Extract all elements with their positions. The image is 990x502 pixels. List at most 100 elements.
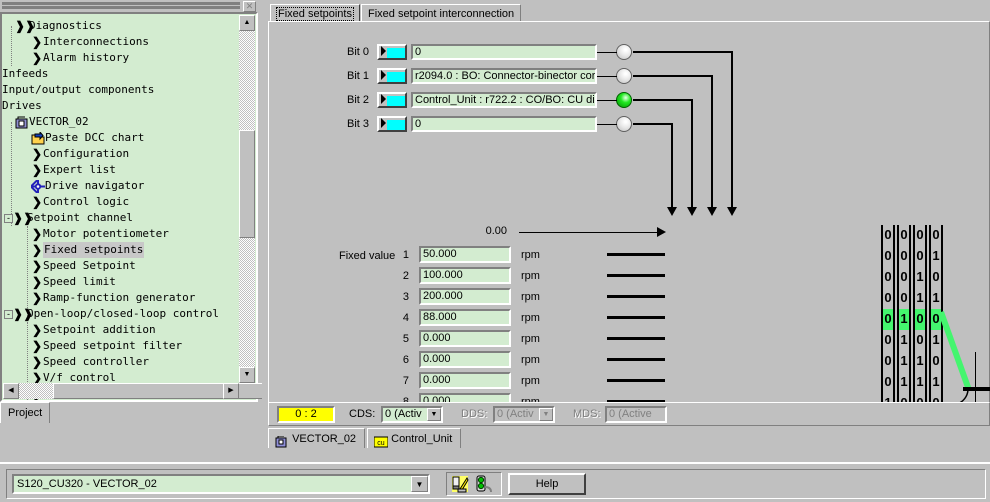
tab-fixed-setpoints[interactable]: Fixed setpoints [270,4,360,22]
bit-1-source-field[interactable]: r2094.0 : BO: Connector-binector cor [411,68,597,84]
fixed-value-field-6[interactable]: 0.000 [419,351,511,368]
cds-select[interactable]: 0 (Activ ▼ [381,406,443,423]
bit-row-1: Bit 1 r2094.0 : BO: Connector-binector c… [269,68,909,86]
scroll-down-arrow-icon[interactable]: ▼ [239,367,255,383]
sidebar-item-motor-potentiometer[interactable]: ❯Motor potentiometer [20,226,169,242]
sidebar-item-setpoint-addition[interactable]: ❯Setpoint addition [20,322,156,338]
sidebar-item-speed-setpoint-filter[interactable]: ❯Speed setpoint filter [20,338,182,354]
wire-bit2 [691,99,693,209]
double-chevron-icon: ❱❱ [13,211,34,225]
wire [597,76,617,77]
tab-project[interactable]: Project [0,402,51,423]
tab-fixed-setpoint-interconnection-label: Fixed setpoint interconnection [367,8,515,20]
sidebar-item-drive-navigator[interactable]: Drive navigator [20,177,145,195]
fixed-value-field-3[interactable]: 200.000 [419,288,511,305]
fixed-value-field-1[interactable]: 50.000 [419,246,511,263]
tree-expander[interactable]: - [4,213,13,223]
sidebar-item-vector-02[interactable]: VECTOR_02 [4,114,89,130]
sidebar-item-label: Open-loop/closed-loop control [27,307,220,320]
cu-icon: cu [373,433,389,448]
sidebar-item-label: Drives [2,99,42,112]
chevron-down-icon[interactable]: ▼ [411,476,428,492]
scroll-right-arrow-icon[interactable]: ▶ [223,383,239,399]
sidebar-item-label: Drive navigator [45,179,145,192]
matrix-cell: 0 [881,288,895,309]
fixed-value-field-4[interactable]: 88.000 [419,309,511,326]
matrix-cell: 0 [897,246,911,267]
sidebar-item-label: Paste DCC chart [45,131,145,144]
scroll-up-arrow-icon[interactable]: ▲ [239,15,255,31]
scroll-left-arrow-icon[interactable]: ◀ [3,383,19,399]
pen-device-icon[interactable] [450,475,470,497]
sidebar-item-speed-controller[interactable]: ❯Speed controller [20,354,149,370]
project-select[interactable]: S120_CU320 - VECTOR_02 ▼ [12,474,430,494]
sidebar-item-input-output-components[interactable]: Input/output components [2,82,154,98]
sidebar-item-interconnections[interactable]: ❯Interconnections [20,34,149,50]
chevron-icon: ❯ [31,147,43,161]
wire-stub [607,316,665,319]
matrix-row: 0111 [881,372,945,393]
device-tabstrip: VECTOR_02 cu Control_Unit [268,428,990,450]
fixed-value-field-7[interactable]: 0.000 [419,372,511,389]
sidebar-item-open-loop-closed-loop-control[interactable]: - ❱❱Open-loop/closed-loop control [4,306,219,322]
sidebar-item-label: Infeeds [2,67,49,80]
chevron-down-icon[interactable]: ▼ [427,408,441,421]
output-bus-wire [963,387,990,391]
traffic-light-icon[interactable] [473,475,495,497]
help-button[interactable]: Help [508,473,586,495]
matrix-cell: 0 [913,225,927,246]
fixed-value-index: 6 [402,354,409,366]
bit-2-connect-button[interactable] [377,92,407,108]
bit-2-status-led [616,92,632,108]
project-tree[interactable]: ❱❱Diagnostics ❯Interconnections ❯Alarm his… [2,14,256,400]
sidebar-item-fixed-setpoints[interactable]: ❯ Fixed setpoints [20,242,145,258]
wire [597,100,617,101]
matrix-row: 0000 [881,225,945,246]
bit-3-connect-button[interactable] [377,116,407,132]
wire-bit3 [671,123,673,209]
wire-stub [607,274,665,277]
bit-0-connect-button[interactable] [377,44,407,60]
tree-horizontal-scrollbar[interactable]: ◀ ▶ [3,383,265,399]
tab-control-unit-label: Control_Unit [391,433,453,445]
matrix-cell: 1 [897,351,911,372]
sidebar-item-configuration[interactable]: ❯Configuration [20,146,129,162]
sidebar-item-paste-dcc-chart[interactable]: Paste DCC chart [20,130,144,146]
sidebar-item-diagnostics[interactable]: ❱❱Diagnostics [4,18,102,34]
tree-expander[interactable]: - [4,309,13,319]
bit-2-source-field[interactable]: Control_Unit : r722.2 : CO/BO: CU di [411,92,597,108]
drive-unit-icon [275,433,289,448]
arrow-head-icon [707,207,717,216]
sidebar-item-control-logic[interactable]: ❯Control logic [20,194,129,210]
tab-project-label: Project [8,407,43,419]
sidebar-item-label: Interconnections [43,35,149,48]
bit-1-status-led [616,68,632,84]
wire-bit1 [633,75,713,77]
sidebar-item-setpoint-channel[interactable]: - ❱❱Setpoint channel [4,210,133,226]
bit-0-source-field[interactable]: 0 [411,44,597,60]
fixed-value-field-2[interactable]: 100.000 [419,267,511,284]
tree-vertical-scrollbar[interactable]: ▲ ▼ [239,15,255,383]
sidebar-item-speed-setpoint[interactable]: ❯Speed Setpoint [20,258,136,274]
fixed-value-field-5[interactable]: 0.000 [419,330,511,347]
sidebar-item-expert-list[interactable]: ❯Expert list [20,162,116,178]
sidebar-item-speed-limit[interactable]: ❯Speed limit [20,274,116,290]
bit-3-status-led [616,116,632,132]
sidebar-item-alarm-history[interactable]: ❯Alarm history [20,50,129,66]
chevron-icon: ❯ [31,291,43,305]
bit-3-source-field[interactable]: 0 [411,116,597,132]
tab-control-unit[interactable]: cu Control_Unit [367,428,462,448]
matrix-cell: 0 [897,288,911,309]
sidebar-item-infeeds[interactable]: Infeeds [2,66,48,82]
sidebar-item-drives[interactable]: Drives [2,98,42,114]
tab-vector-02[interactable]: VECTOR_02 [268,428,366,448]
bit-1-connect-button[interactable] [377,68,407,84]
tab-fixed-setpoint-interconnection[interactable]: Fixed setpoint interconnection [360,4,522,22]
scrollbar-thumb[interactable] [239,130,255,238]
matrix-cell: 0 [881,267,895,288]
sidebar-item-label: Speed setpoint filter [43,339,183,352]
sidebar-item-ramp-function-generator[interactable]: ❯Ramp-function generator [20,290,195,306]
chevron-icon: ❯ [31,163,43,177]
close-icon[interactable]: ✕ [243,1,256,12]
sidebar-item-label: Alarm history [43,51,130,64]
